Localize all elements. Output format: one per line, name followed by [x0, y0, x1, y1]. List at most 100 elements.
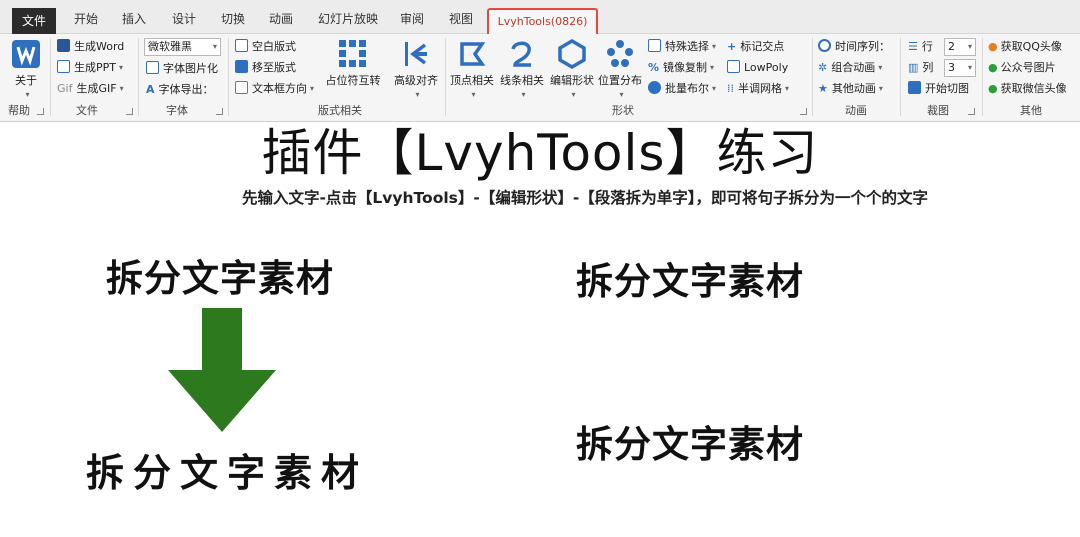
combo-animation-icon: ✲ [818, 61, 828, 74]
font-export-button[interactable]: A 字体导出： [146, 81, 214, 99]
font-to-image-label: 字体图片化 [163, 62, 218, 75]
mark-intersection-button[interactable]: + 标记交点 [727, 38, 784, 56]
dialog-launcher-icon[interactable] [37, 108, 44, 115]
combo-animation-button[interactable]: ✲ 组合动画 ▾ [818, 59, 882, 77]
chevron-down-icon: ▾ [571, 90, 576, 99]
align-left-icon [400, 38, 432, 70]
row-label: ☰ 行 [908, 38, 933, 56]
chevron-down-icon: ▾ [967, 63, 972, 72]
line-button[interactable]: 线条相关 ▾ [498, 38, 546, 101]
group-label-other: 其他 [1020, 104, 1042, 117]
chevron-down-icon: ▾ [710, 63, 715, 72]
slide-title: 插件【LvyhTools】练习 [261, 124, 819, 182]
official-account-image-button[interactable]: ● 公众号图片 [988, 59, 1056, 77]
rows-icon: ☰ [908, 40, 918, 53]
ribbon: 关于 ▾ 帮助 生成Word 生成PPT ▾ Gif 生成GIF ▾ 文件 微软雅黑 ▾ … [0, 34, 1080, 122]
tab-design[interactable]: 设计 [170, 8, 198, 30]
tab-slideshow[interactable]: 幻灯片放映 [317, 8, 379, 30]
halftone-grid-label: 半调网格 [738, 82, 782, 95]
dialog-launcher-icon[interactable] [800, 108, 807, 115]
get-qq-avatar-button[interactable]: ● 获取QQ头像 [988, 38, 1062, 56]
halftone-icon: ⁞⁞ [727, 82, 734, 95]
get-wechat-avatar-button[interactable]: ● 获取微信头像 [988, 80, 1067, 98]
vertex-button[interactable]: 顶点相关 ▾ [448, 38, 496, 101]
special-select-button[interactable]: 特殊选择 ▾ [648, 38, 716, 56]
dialog-launcher-icon[interactable] [126, 108, 133, 115]
tab-view[interactable]: 视图 [447, 8, 475, 30]
combo-animation-label: 组合动画 [831, 61, 876, 74]
generate-gif-button[interactable]: Gif 生成GIF ▾ [57, 80, 124, 98]
row-count-select[interactable]: 2 ▾ [944, 38, 976, 56]
divider [50, 38, 51, 116]
split-char-box[interactable]: 素 [274, 442, 321, 497]
source-text-box[interactable]: 拆分文字素材 [106, 248, 334, 302]
tab-animations[interactable]: 动画 [267, 8, 295, 30]
wechat-icon: ● [988, 61, 998, 74]
tab-review[interactable]: 审阅 [398, 8, 426, 30]
halftone-grid-button[interactable]: ⁞⁞ 半调网格 ▾ [727, 80, 789, 98]
split-char-box[interactable]: 文 [180, 442, 227, 497]
textbox-direction-button[interactable]: 文本框方向 ▾ [235, 80, 314, 98]
tab-lvyhtools[interactable]: LvyhTools(0826) [487, 8, 598, 34]
column-count-select[interactable]: 3 ▾ [944, 59, 976, 77]
mirror-copy-button[interactable]: % 镜像复制 ▾ [648, 59, 714, 77]
qq-icon: ● [988, 40, 998, 53]
dialog-launcher-icon[interactable] [216, 108, 223, 115]
ribbon-tab-bar: 文件 开始 插入 设计 切换 动画 幻灯片放映 审阅 视图 LvyhTools(… [0, 0, 1080, 34]
crosshair-icon: + [727, 40, 737, 53]
tab-transitions[interactable]: 切换 [219, 8, 247, 30]
checkbox-icon [648, 39, 661, 52]
edit-shape-button[interactable]: 编辑形状 ▾ [548, 38, 596, 101]
chevron-down-icon: ▾ [878, 63, 883, 72]
edit-shape-label: 编辑形状 [550, 74, 594, 87]
chevron-down-icon: ▾ [212, 42, 217, 51]
chevron-down-icon: ▾ [712, 42, 717, 51]
time-sequence-button[interactable]: 时间序列： [818, 38, 890, 56]
advanced-align-button[interactable]: 高级对齐 ▾ [390, 38, 442, 101]
chevron-down-icon: ▾ [119, 63, 124, 72]
divider [228, 38, 229, 116]
lowpoly-icon [727, 60, 740, 73]
distribute-icon [604, 38, 636, 70]
tab-home[interactable]: 开始 [72, 8, 100, 30]
lowpoly-button[interactable]: LowPoly [727, 59, 788, 77]
row-count-value: 2 [948, 40, 955, 53]
lowpoly-label: LowPoly [744, 61, 789, 74]
about-button[interactable]: 关于 ▾ [8, 38, 44, 101]
generate-gif-label: 生成GIF [76, 82, 117, 95]
chevron-down-icon: ▾ [619, 90, 624, 99]
generate-ppt-button[interactable]: 生成PPT ▾ [57, 59, 123, 77]
tab-file[interactable]: 文件 [12, 8, 56, 34]
line-label: 线条相关 [500, 74, 544, 87]
chevron-down-icon: ▾ [878, 84, 883, 93]
split-char-box[interactable]: 分 [133, 442, 180, 497]
generate-word-label: 生成Word [74, 40, 125, 53]
row-text: 行 [921, 40, 933, 53]
text-box-copy-1[interactable]: 拆分文字素材 [576, 251, 804, 305]
position-distribute-button[interactable]: 位置分布 ▾ [597, 38, 643, 101]
chevron-down-icon: ▾ [310, 84, 315, 93]
blank-layout-button[interactable]: 空白版式 [235, 38, 296, 56]
generate-word-button[interactable]: 生成Word [57, 38, 124, 56]
wechat-icon: ● [988, 82, 998, 95]
blank-layout-label: 空白版式 [252, 40, 296, 53]
tab-insert[interactable]: 插入 [120, 8, 148, 30]
dialog-launcher-icon[interactable] [968, 108, 975, 115]
advanced-align-label: 高级对齐 [394, 74, 438, 87]
down-arrow-shape[interactable] [168, 308, 276, 432]
other-animation-button[interactable]: ★ 其他动画 ▾ [818, 80, 883, 98]
group-label-file: 文件 [76, 104, 98, 117]
split-char-box[interactable]: 字 [227, 442, 274, 497]
batch-boolean-button[interactable]: 批量布尔 ▾ [648, 80, 716, 98]
crop-grid-icon [908, 81, 921, 94]
start-crop-button[interactable]: 开始切图 [908, 80, 969, 98]
placeholder-convert-button[interactable]: 占位符互转 [322, 38, 384, 88]
split-char-box[interactable]: 材 [321, 442, 368, 497]
font-name-select[interactable]: 微软雅黑 ▾ [144, 38, 221, 56]
text-box-copy-2[interactable]: 拆分文字素材 [576, 414, 804, 468]
split-char-box[interactable]: 拆 [86, 442, 133, 497]
column-count-value: 3 [948, 61, 955, 74]
move-layout-button[interactable]: 移至版式 [235, 59, 296, 77]
font-to-image-button[interactable]: 字体图片化 [146, 60, 218, 78]
font-image-icon [146, 61, 159, 74]
